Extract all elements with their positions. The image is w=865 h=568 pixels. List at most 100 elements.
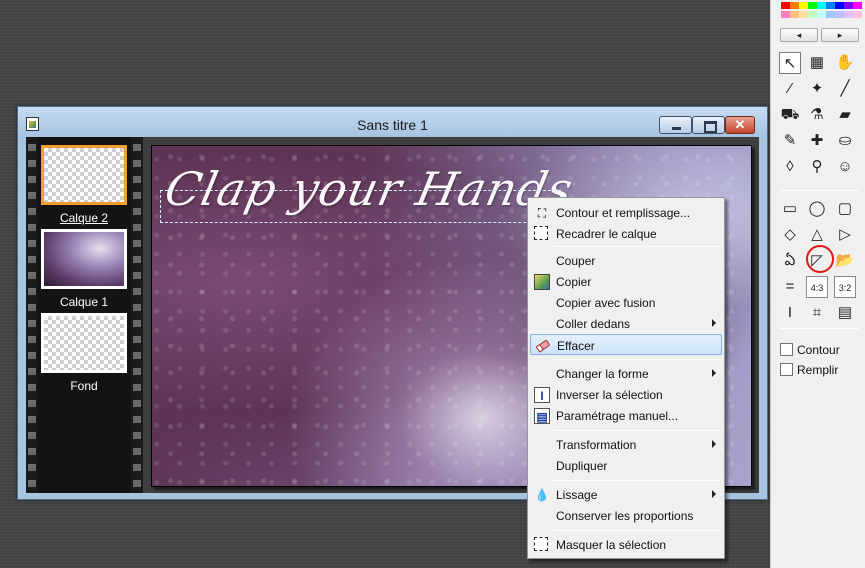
toolbar-divider — [779, 190, 859, 191]
menu-separator — [554, 359, 720, 360]
menu-item-conserver-les-proportions[interactable]: Conserver les proportions — [530, 505, 722, 526]
menu-item-label: Coller dedans — [556, 317, 631, 331]
color-swatch[interactable] — [853, 11, 862, 18]
spray-tool-icon[interactable]: ⚗ — [806, 104, 828, 126]
ratio-3-2-tool-icon[interactable]: 3:2 — [834, 276, 856, 298]
fill-label: Remplir — [797, 363, 839, 377]
layer-label-calque-2[interactable]: Calque 2 — [34, 211, 134, 225]
hand-tool-icon[interactable]: ✋ — [834, 52, 856, 74]
menu-item-dupliquer[interactable]: Dupliquer — [530, 455, 722, 476]
open-folder-tool-icon[interactable]: 📂 — [834, 250, 856, 272]
color-swatch[interactable] — [808, 2, 817, 9]
menu-item-label: Effacer — [557, 339, 595, 353]
window-titlebar[interactable]: Sans titre 1 ✕ — [18, 107, 767, 137]
menu-item-label: Conserver les proportions — [556, 509, 694, 523]
stamp-tool-icon[interactable]: ⛀ — [834, 130, 856, 152]
menu-item-contour-et-remplissage[interactable]: ⛶ Contour et remplissage... — [530, 202, 722, 223]
line-tool-icon[interactable]: ╱ — [834, 78, 856, 100]
menu-item-coller-dedans[interactable]: Coller dedans — [530, 313, 722, 334]
color-swatch[interactable] — [826, 2, 835, 9]
color-swatch[interactable] — [844, 2, 853, 9]
menu-item-label: Paramétrage manuel... — [556, 409, 679, 423]
menu-item-parametrage-manuel[interactable]: ▤ Paramétrage manuel... — [530, 405, 722, 426]
eraser-tool-icon[interactable]: ▰ — [834, 104, 856, 126]
menu-item-recadrer-le-calque[interactable]: Recadrer le calque — [530, 223, 722, 244]
color-swatch[interactable] — [817, 11, 826, 18]
color-swatch[interactable] — [835, 2, 844, 9]
selection-marquee[interactable] — [160, 190, 561, 223]
fill-checkbox[interactable] — [780, 363, 793, 376]
right-triangle-tool-icon[interactable]: ▷ — [834, 224, 856, 246]
menu-item-transformation[interactable]: Transformation — [530, 434, 722, 455]
filmstrip-sprockets-left — [26, 137, 38, 493]
layer-thumbnail-calque-2[interactable] — [41, 145, 127, 205]
menu-item-label: Lissage — [556, 488, 598, 502]
color-swatch[interactable] — [808, 11, 817, 18]
clone-tool-icon[interactable]: ✚ — [806, 130, 828, 152]
layer-thumbnail-calque-1[interactable] — [41, 229, 127, 289]
menu-item-masquer-la-selection[interactable]: Masquer la sélection — [530, 534, 722, 555]
context-menu: ⛶ Contour et remplissage... Recadrer le ca… — [527, 197, 725, 559]
manual-settings-tool-icon[interactable]: ▤ — [834, 302, 856, 324]
color-swatch[interactable] — [817, 2, 826, 9]
eyedropper-tool-icon[interactable]: ⁄ — [779, 78, 801, 100]
menu-separator — [554, 430, 720, 431]
submenu-arrow-icon — [712, 440, 716, 448]
color-swatch[interactable] — [844, 11, 853, 18]
toolbar-divider — [779, 45, 859, 46]
contour-checkbox[interactable] — [780, 343, 793, 356]
close-button[interactable]: ✕ — [725, 116, 755, 134]
text-selection-tool-icon[interactable]: I — [779, 302, 801, 324]
pointer-tool-icon[interactable]: ↖ — [779, 52, 801, 74]
menu-item-effacer[interactable]: Effacer — [530, 334, 722, 355]
magic-wand-tool-icon[interactable]: ✦ — [806, 78, 828, 100]
color-swatch[interactable] — [781, 2, 790, 9]
layer-label-calque-1[interactable]: Calque 1 — [34, 295, 134, 309]
toolbar-divider — [779, 328, 859, 329]
diamond-tool-icon[interactable]: ◇ — [779, 224, 801, 246]
smudge-tool-icon[interactable]: ◊ — [779, 156, 801, 178]
minimize-button[interactable] — [659, 116, 692, 134]
ellipse-tool-icon[interactable]: ◯ — [806, 198, 828, 220]
color-swatch[interactable] — [790, 2, 799, 9]
window-tool-icon[interactable]: ▦ — [806, 52, 828, 74]
menu-item-inverser-la-selection[interactable]: I Inverser la sélection — [530, 384, 722, 405]
color-swatch[interactable] — [799, 2, 808, 9]
palette-next-button[interactable]: ▸ — [821, 28, 859, 42]
menu-item-label: Inverser la sélection — [556, 388, 663, 402]
menu-item-label: Couper — [556, 254, 596, 268]
portrait-tool-icon[interactable]: ☺ — [834, 156, 856, 178]
lasso-tool-icon[interactable]: ఏ — [779, 250, 801, 272]
crop-handles-tool-icon[interactable]: ⌗ — [806, 302, 828, 324]
equal-ratio-tool-icon[interactable]: = — [779, 276, 801, 298]
rectangle-tool-icon[interactable]: ▭ — [779, 198, 801, 220]
menu-item-changer-la-forme[interactable]: Changer la forme — [530, 363, 722, 384]
color-swatch[interactable] — [853, 2, 862, 9]
menu-item-copier[interactable]: Copier — [530, 271, 722, 292]
submenu-arrow-icon — [712, 369, 716, 377]
palette-prev-button[interactable]: ◂ — [780, 28, 818, 42]
color-swatch[interactable] — [781, 11, 790, 18]
menu-item-lissage[interactable]: 💧 Lissage — [530, 484, 722, 505]
color-swatch[interactable] — [826, 11, 835, 18]
menu-item-couper[interactable]: Couper — [530, 250, 722, 271]
menu-item-label: Dupliquer — [556, 459, 608, 473]
menu-item-copier-avec-fusion[interactable]: Copier avec fusion — [530, 292, 722, 313]
crop-layer-icon — [534, 226, 548, 240]
brush-tool-icon[interactable]: ✎ — [779, 130, 801, 152]
color-swatch[interactable] — [835, 11, 844, 18]
menu-separator — [554, 480, 720, 481]
layer-panel: Calque 2 Calque 1 Fond — [26, 137, 143, 493]
color-swatch[interactable] — [799, 11, 808, 18]
paint-bucket-tool-icon[interactable]: ⛟ — [779, 104, 801, 126]
rounded-rectangle-tool-icon[interactable]: ▢ — [834, 198, 856, 220]
color-swatch[interactable] — [790, 11, 799, 18]
triangle-tool-icon[interactable]: △ — [806, 224, 828, 246]
maximize-button[interactable] — [692, 116, 725, 134]
retouch-tool-icon[interactable]: ⚲ — [806, 156, 828, 178]
ratio-4-3-tool-icon[interactable]: 4:3 — [806, 276, 828, 298]
eraser-icon — [535, 338, 551, 354]
polygon-lasso-tool-icon[interactable]: ◸ — [806, 250, 828, 272]
layer-label-fond[interactable]: Fond — [34, 379, 134, 393]
layer-thumbnail-fond[interactable] — [41, 313, 127, 373]
